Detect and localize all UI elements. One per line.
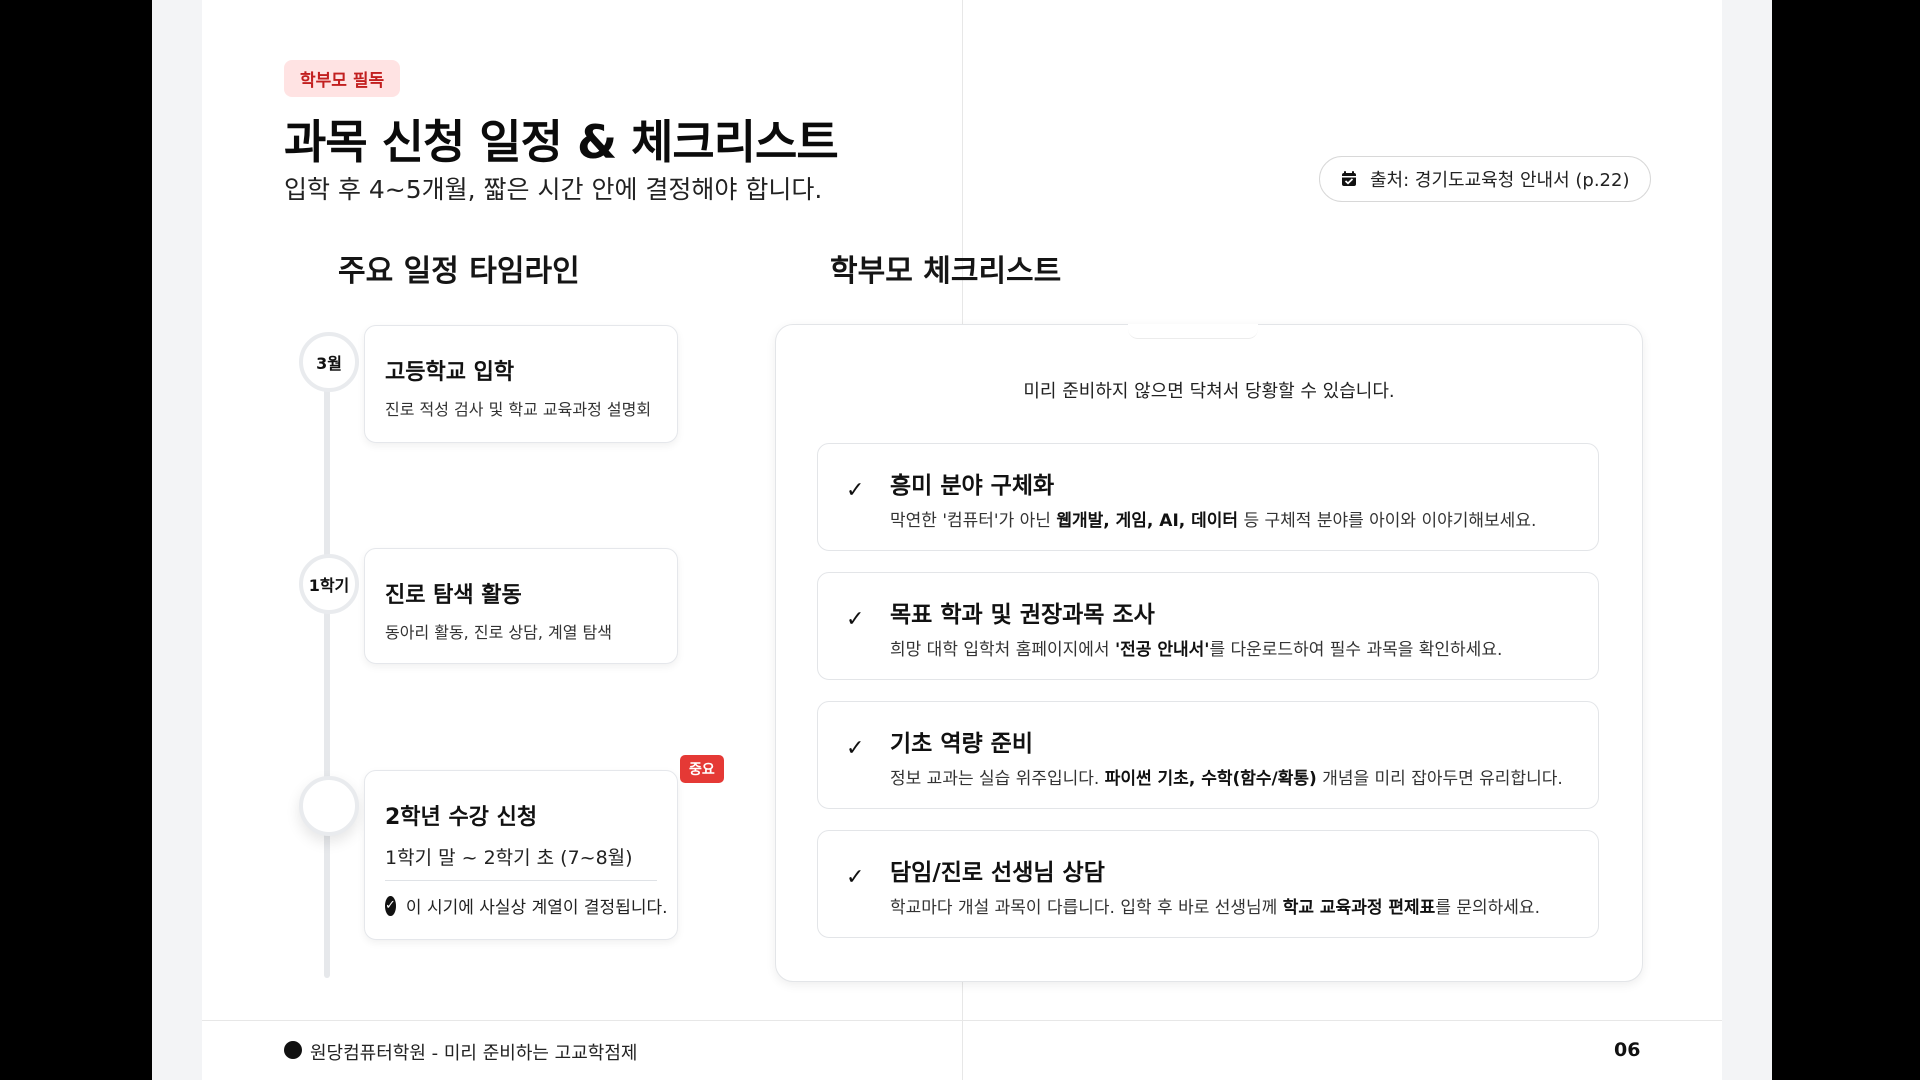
timeline-card-note: ✓ 이 시기에 사실상 계열이 결정됩니다. xyxy=(385,893,668,918)
checklist-item: ✓ 흥미 분야 구체화 막연한 '컴퓨터'가 아닌 웹개발, 게임, AI, 데… xyxy=(817,443,1599,551)
footer-bullet xyxy=(284,1041,302,1059)
checklist-heading: 학부모 체크리스트 xyxy=(830,254,1062,289)
timeline-card-title: 진로 탐색 활동 xyxy=(385,583,522,608)
page-number: 06 xyxy=(1614,1039,1641,1061)
timeline-card-separator xyxy=(385,880,657,881)
source-pill: 출처: 경기도교육청 안내서 (p.22) xyxy=(1319,156,1651,202)
checklist-item-title: 흥미 분야 구체화 xyxy=(890,473,1055,499)
checklist-item-title: 담임/진로 선생님 상담 xyxy=(890,860,1105,886)
checklist-item-desc: 정보 교과는 실습 위주입니다. 파이썬 기초, 수학(함수/확통) 개념을 미… xyxy=(890,769,1563,789)
footer-divider xyxy=(202,1020,1722,1021)
timeline-line xyxy=(324,356,330,978)
check-icon: ✓ xyxy=(846,865,865,890)
checklist-item: ✓ 담임/진로 선생님 상담 학교마다 개설 과목이 다릅니다. 입학 후 바로… xyxy=(817,830,1599,938)
timeline-note-text: 이 시기에 사실상 계열이 결정됩니다. xyxy=(405,898,668,918)
timeline-heading: 주요 일정 타임라인 xyxy=(338,254,580,289)
page-subtitle: 입학 후 4~5개월, 짧은 시간 안에 결정해야 합니다. xyxy=(284,175,823,204)
checklist-item: ✓ 목표 학과 및 권장과목 조사 희망 대학 입학처 홈페이지에서 '전공 안… xyxy=(817,572,1599,680)
source-label: 출처: 경기도교육청 안내서 (p.22) xyxy=(1370,170,1630,191)
checklist-card-tab xyxy=(1128,324,1258,339)
timeline-marker-march: 3월 xyxy=(299,332,359,392)
check-circle-icon: ✓ xyxy=(385,895,396,916)
timeline-marker-registration xyxy=(299,776,359,836)
checklist-intro: 미리 준비하지 않으면 닥쳐서 당황할 수 있습니다. xyxy=(1023,381,1395,402)
checklist-item-title: 목표 학과 및 권장과목 조사 xyxy=(890,602,1155,628)
important-badge: 중요 xyxy=(680,755,724,783)
checklist-item-desc: 학교마다 개설 과목이 다릅니다. 입학 후 바로 선생님께 학교 교육과정 편… xyxy=(890,898,1540,918)
timeline-card-desc: 동아리 활동, 진로 상담, 계열 탐색 xyxy=(385,623,612,642)
checklist-card: 미리 준비하지 않으면 닥쳐서 당황할 수 있습니다. ✓ 흥미 분야 구체화 … xyxy=(775,324,1643,982)
timeline-card-title: 고등학교 입학 xyxy=(385,360,515,385)
calendar-check-icon xyxy=(1340,170,1358,188)
checklist-item-title: 기초 역량 준비 xyxy=(890,731,1033,757)
timeline-card-admission: 고등학교 입학 진로 적성 검사 및 학교 교육과정 설명회 xyxy=(364,325,678,443)
slide: 학부모 필독 과목 신청 일정 & 체크리스트 입학 후 4~5개월, 짧은 시… xyxy=(202,0,1722,1080)
checklist-item-desc: 막연한 '컴퓨터'가 아닌 웹개발, 게임, AI, 데이터 등 구체적 분야를… xyxy=(890,511,1537,531)
timeline-marker-semester1: 1학기 xyxy=(299,554,359,614)
check-icon: ✓ xyxy=(846,478,865,503)
check-icon: ✓ xyxy=(846,607,865,632)
footer-text: 원당컴퓨터학원 - 미리 준비하는 고교학점제 xyxy=(310,1043,638,1064)
checklist-item: ✓ 기초 역량 준비 정보 교과는 실습 위주입니다. 파이썬 기초, 수학(함… xyxy=(817,701,1599,809)
page-title: 과목 신청 일정 & 체크리스트 xyxy=(284,115,839,169)
timeline-card-period: 1학기 말 ~ 2학기 초 (7~8월) xyxy=(385,847,633,869)
timeline-card-desc: 진로 적성 검사 및 학교 교육과정 설명회 xyxy=(385,400,652,419)
parent-must-read-badge: 학부모 필독 xyxy=(284,60,401,97)
checklist-item-desc: 희망 대학 입학처 홈페이지에서 '전공 안내서'를 다운로드하여 필수 과목을… xyxy=(890,640,1503,660)
timeline-card-registration: 2학년 수강 신청 1학기 말 ~ 2학기 초 (7~8월) ✓ 이 시기에 사… xyxy=(364,770,678,940)
timeline-card-exploration: 진로 탐색 활동 동아리 활동, 진로 상담, 계열 탐색 xyxy=(364,548,678,664)
check-icon: ✓ xyxy=(846,736,865,761)
timeline-card-title: 2학년 수강 신청 xyxy=(385,805,538,830)
